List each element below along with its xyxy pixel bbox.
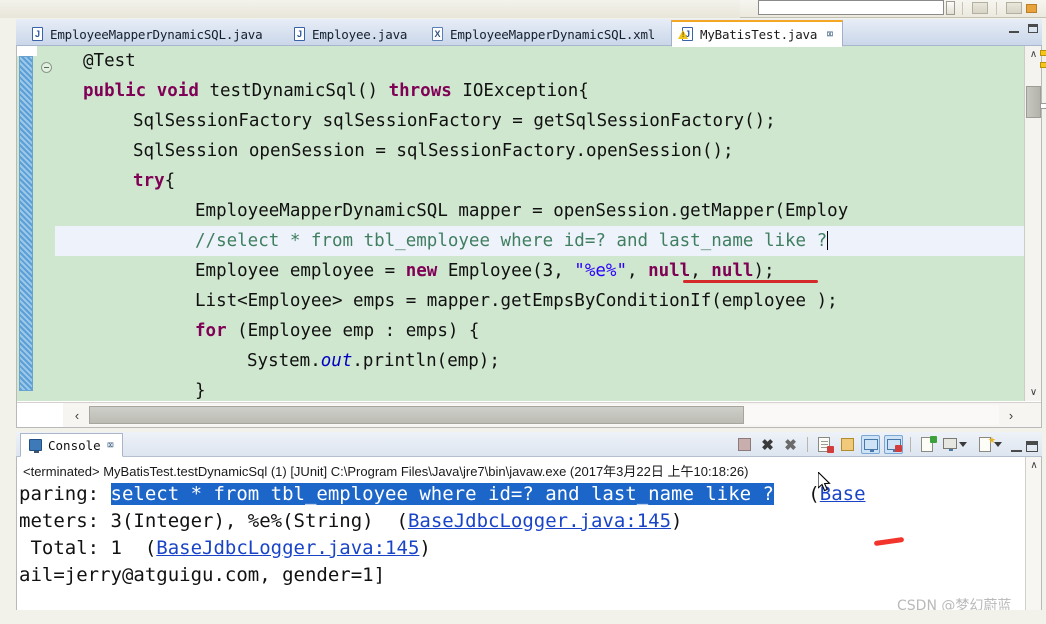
code-line[interactable]: public void testDynamicSql() throws IOEx… — [55, 76, 1025, 106]
editor-tab-employee-java[interactable]: J Employee.java — [284, 22, 416, 46]
maximize-icon[interactable] — [1026, 440, 1038, 452]
console-status-line: <terminated> MyBatisTest.testDynamicSql … — [23, 464, 749, 479]
console-line[interactable]: meters: 3(Integer), %e%(String) (BaseJdb… — [17, 508, 1025, 535]
selected-text[interactable]: select * from tbl_employee where id=? an… — [110, 483, 774, 505]
console-line[interactable]: Total: 1 (BaseJdbcLogger.java:145) — [17, 535, 1025, 562]
terminate-icon[interactable] — [735, 435, 754, 454]
toolbar-text-field[interactable] — [758, 0, 944, 15]
code-line[interactable]: System.out.println(emp); — [55, 346, 1025, 376]
editor-tab-mybatistest-java[interactable]: J MyBatisTest.java ⌧ — [671, 20, 844, 47]
text-caret — [827, 231, 829, 250]
editor-tab-employeemapperdynamicsql-xml[interactable]: X EmployeeMapperDynamicSQL.xml — [422, 22, 664, 46]
toolbar-separator — [962, 2, 963, 15]
java-file-icon: J — [293, 26, 306, 42]
editor-panel: J EmployeeMapperDynamicSQL.java J Employ… — [16, 19, 1046, 428]
change-marker-bar — [19, 56, 33, 391]
console-tab-label: Console — [48, 437, 101, 453]
console-output-lines: paring: select * from tbl_employee where… — [17, 481, 1025, 589]
scrollbar-thumb[interactable] — [1026, 86, 1041, 118]
editor-tab-label: Employee.java — [312, 26, 408, 42]
eclipse-ide-window: J EmployeeMapperDynamicSQL.java J Employ… — [0, 0, 1046, 624]
editor-vertical-scrollbar[interactable]: ∧ ∨ — [1024, 46, 1041, 401]
scroll-right-icon[interactable]: › — [999, 403, 1023, 427]
code-line[interactable]: SqlSession openSession = sqlSessionFacto… — [55, 136, 1025, 166]
display-selected-console-icon[interactable] — [941, 435, 967, 454]
clear-console-icon[interactable] — [815, 435, 834, 454]
mouse-cursor — [818, 472, 832, 493]
overview-marker-warning[interactable] — [1040, 50, 1046, 56]
console-icon — [29, 439, 42, 453]
scroll-lock-icon[interactable] — [838, 435, 857, 454]
toolbar-button-1[interactable] — [972, 2, 988, 14]
red-underline-annotation — [683, 280, 818, 283]
console-tab[interactable]: Console ⌧ — [20, 433, 123, 457]
show-console-on-output-icon[interactable] — [861, 435, 880, 454]
code-line[interactable]: for (Employee emp : emps) { — [55, 316, 1025, 346]
fold-collapse-icon[interactable] — [41, 62, 52, 73]
code-line[interactable]: EmployeeMapperDynamicSQL mapper = openSe… — [55, 196, 1025, 226]
editor-tab-label: MyBatisTest.java — [700, 26, 818, 42]
java-file-warning-icon: J — [678, 26, 694, 42]
editor-tab-label: EmployeeMapperDynamicSQL.java — [50, 26, 263, 42]
code-text-viewport[interactable]: @Test public void testDynamicSql() throw… — [55, 46, 1025, 401]
editor-horizontal-scrollbar[interactable]: ‹ › — [17, 402, 1041, 427]
code-line[interactable]: } — [55, 376, 1025, 401]
toolbar-divider — [807, 437, 808, 452]
remove-all-terminated-icon[interactable]: ✖ — [781, 435, 800, 454]
close-icon[interactable]: ⌧ — [107, 438, 114, 452]
toolbar-button-2[interactable] — [1006, 2, 1022, 14]
code-line[interactable]: SqlSessionFactory sqlSessionFactory = ge… — [55, 106, 1025, 136]
console-tab-bar: Console ⌧ ✖ ✖ ★ — [16, 432, 1042, 457]
editor-gutter[interactable] — [17, 46, 55, 401]
maximize-icon[interactable] — [1028, 24, 1038, 33]
overview-marker-warning-2[interactable] — [1040, 62, 1046, 68]
pin-console-icon[interactable] — [918, 435, 937, 454]
console-line[interactable]: ail=jerry@atguigu.com, gender=1] — [17, 562, 1025, 589]
console-line[interactable]: paring: select * from tbl_employee where… — [17, 481, 1025, 508]
toolbar-divider-2 — [910, 437, 911, 452]
xml-file-icon: X — [431, 26, 444, 42]
editor-tab-bar: J EmployeeMapperDynamicSQL.java J Employ… — [16, 19, 1042, 47]
code-editor-area[interactable]: @Test public void testDynamicSql() throw… — [16, 46, 1046, 428]
top-toolbar-strip — [0, 0, 1046, 18]
overview-marker-box[interactable] — [1040, 103, 1046, 109]
java-file-icon: J — [31, 26, 44, 42]
editor-window-controls — [1009, 24, 1038, 33]
code-line[interactable]: List<Employee> emps = mapper.getEmpsByCo… — [55, 286, 1025, 316]
code-line[interactable]: try{ — [55, 166, 1025, 196]
code-line[interactable]: Employee employee = new Employee(3, "%e%… — [55, 256, 1025, 286]
toolbar-orange-icon[interactable] — [1026, 4, 1037, 13]
console-output-area[interactable]: <terminated> MyBatisTest.testDynamicSql … — [16, 457, 1042, 624]
scroll-left-icon[interactable]: ‹ — [65, 403, 89, 427]
open-console-icon[interactable]: ★ — [976, 435, 1002, 454]
show-console-on-error-icon[interactable] — [884, 435, 903, 454]
code-line[interactable]: @Test — [55, 46, 1025, 76]
stack-link[interactable]: BaseJdbcLogger.java:145 — [156, 537, 419, 559]
console-vertical-scrollbar[interactable]: ∧ — [1025, 457, 1041, 622]
scroll-down-icon[interactable]: ∨ — [1025, 384, 1042, 401]
scroll-up-icon[interactable]: ∧ — [1026, 457, 1041, 473]
scrollbar-thumb-horizontal[interactable] — [89, 406, 744, 424]
close-icon[interactable]: ⌧ — [826, 27, 833, 41]
console-panel: Console ⌧ ✖ ✖ ★ <terminated> MyBatisTest… — [16, 432, 1042, 624]
stack-link[interactable]: BaseJdbcLogger.java:145 — [408, 510, 671, 532]
window-bottom-edge — [0, 610, 1046, 624]
window-left-edge — [0, 18, 16, 624]
console-toolbar: ✖ ✖ ★ — [735, 434, 1038, 455]
editor-tab-label: EmployeeMapperDynamicSQL.xml — [450, 26, 656, 42]
editor-tab-employeemapperdynamicsql-java[interactable]: J EmployeeMapperDynamicSQL.java — [22, 22, 271, 46]
remove-launch-icon[interactable]: ✖ — [758, 435, 777, 454]
toolbar-separator-2 — [996, 2, 997, 15]
code-line-current[interactable]: //select * from tbl_employee where id=? … — [55, 226, 1025, 256]
minimize-icon[interactable] — [1009, 24, 1019, 33]
toolbar-spinner[interactable] — [946, 1, 955, 15]
minimize-icon[interactable] — [1011, 443, 1022, 452]
toolbar-left-area — [0, 0, 740, 18]
